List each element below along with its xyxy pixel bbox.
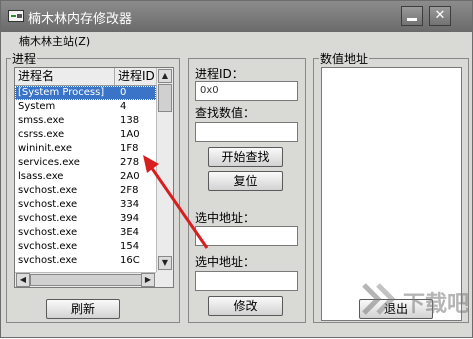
annotation-arrow-icon (143, 155, 209, 249)
app-window: 楠木林内存修改器 ✕ 楠木林主站(Z) 进程 进程名 进程ID [System … (0, 0, 473, 338)
